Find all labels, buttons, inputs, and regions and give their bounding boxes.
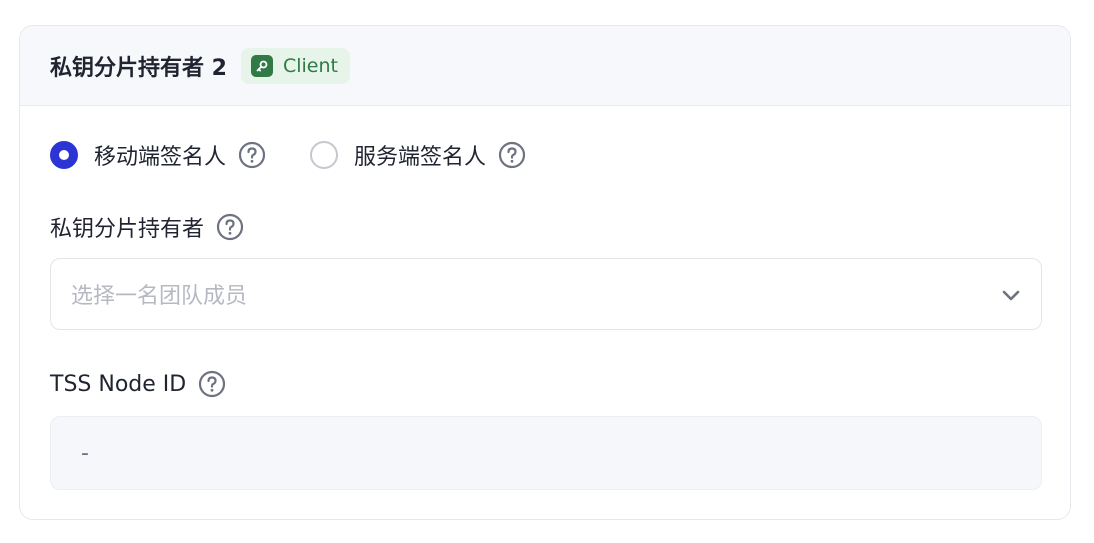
help-icon[interactable] [216, 213, 244, 241]
radio-button-server-signer[interactable] [310, 141, 339, 169]
badge-label: Client [282, 54, 338, 77]
radio-option-server-signer[interactable]: 服务端签名人 [310, 139, 526, 171]
node-id-value: - [81, 440, 89, 466]
client-badge: Client [240, 47, 350, 84]
help-icon[interactable] [198, 370, 226, 398]
radio-option-mobile-signer[interactable]: 移动端签名人 [50, 139, 266, 171]
team-member-select[interactable]: 选择一名团队成员 [50, 258, 1042, 330]
node-id-readonly-field: - [50, 416, 1042, 490]
key-icon [250, 54, 273, 77]
node-id-label: TSS Node ID [50, 371, 187, 397]
chevron-down-icon[interactable] [1001, 285, 1021, 309]
radio-button-mobile-signer[interactable] [50, 141, 78, 169]
help-icon[interactable] [238, 141, 266, 169]
team-member-select-placeholder: 选择一名团队成员 [71, 284, 248, 309]
node-id-label-row: TSS Node ID [50, 370, 226, 398]
help-icon[interactable] [498, 141, 526, 169]
card-title: 私钥分片持有者 2 [50, 55, 227, 81]
radio-label-server-signer: 服务端签名人 [354, 145, 487, 170]
card-header: 私钥分片持有者 2 Client [20, 26, 1070, 106]
holder-field-label: 私钥分片持有者 [50, 217, 205, 242]
radio-label-mobile-signer: 移动端签名人 [94, 145, 227, 170]
holder-field-label-row: 私钥分片持有者 [50, 211, 244, 243]
key-share-holder-card: 私钥分片持有者 2 Client 移动端签名人 服务端签名人 私钥分片持有者 选… [19, 25, 1071, 520]
signer-type-radio-group: 移动端签名人 服务端签名人 [50, 139, 526, 171]
